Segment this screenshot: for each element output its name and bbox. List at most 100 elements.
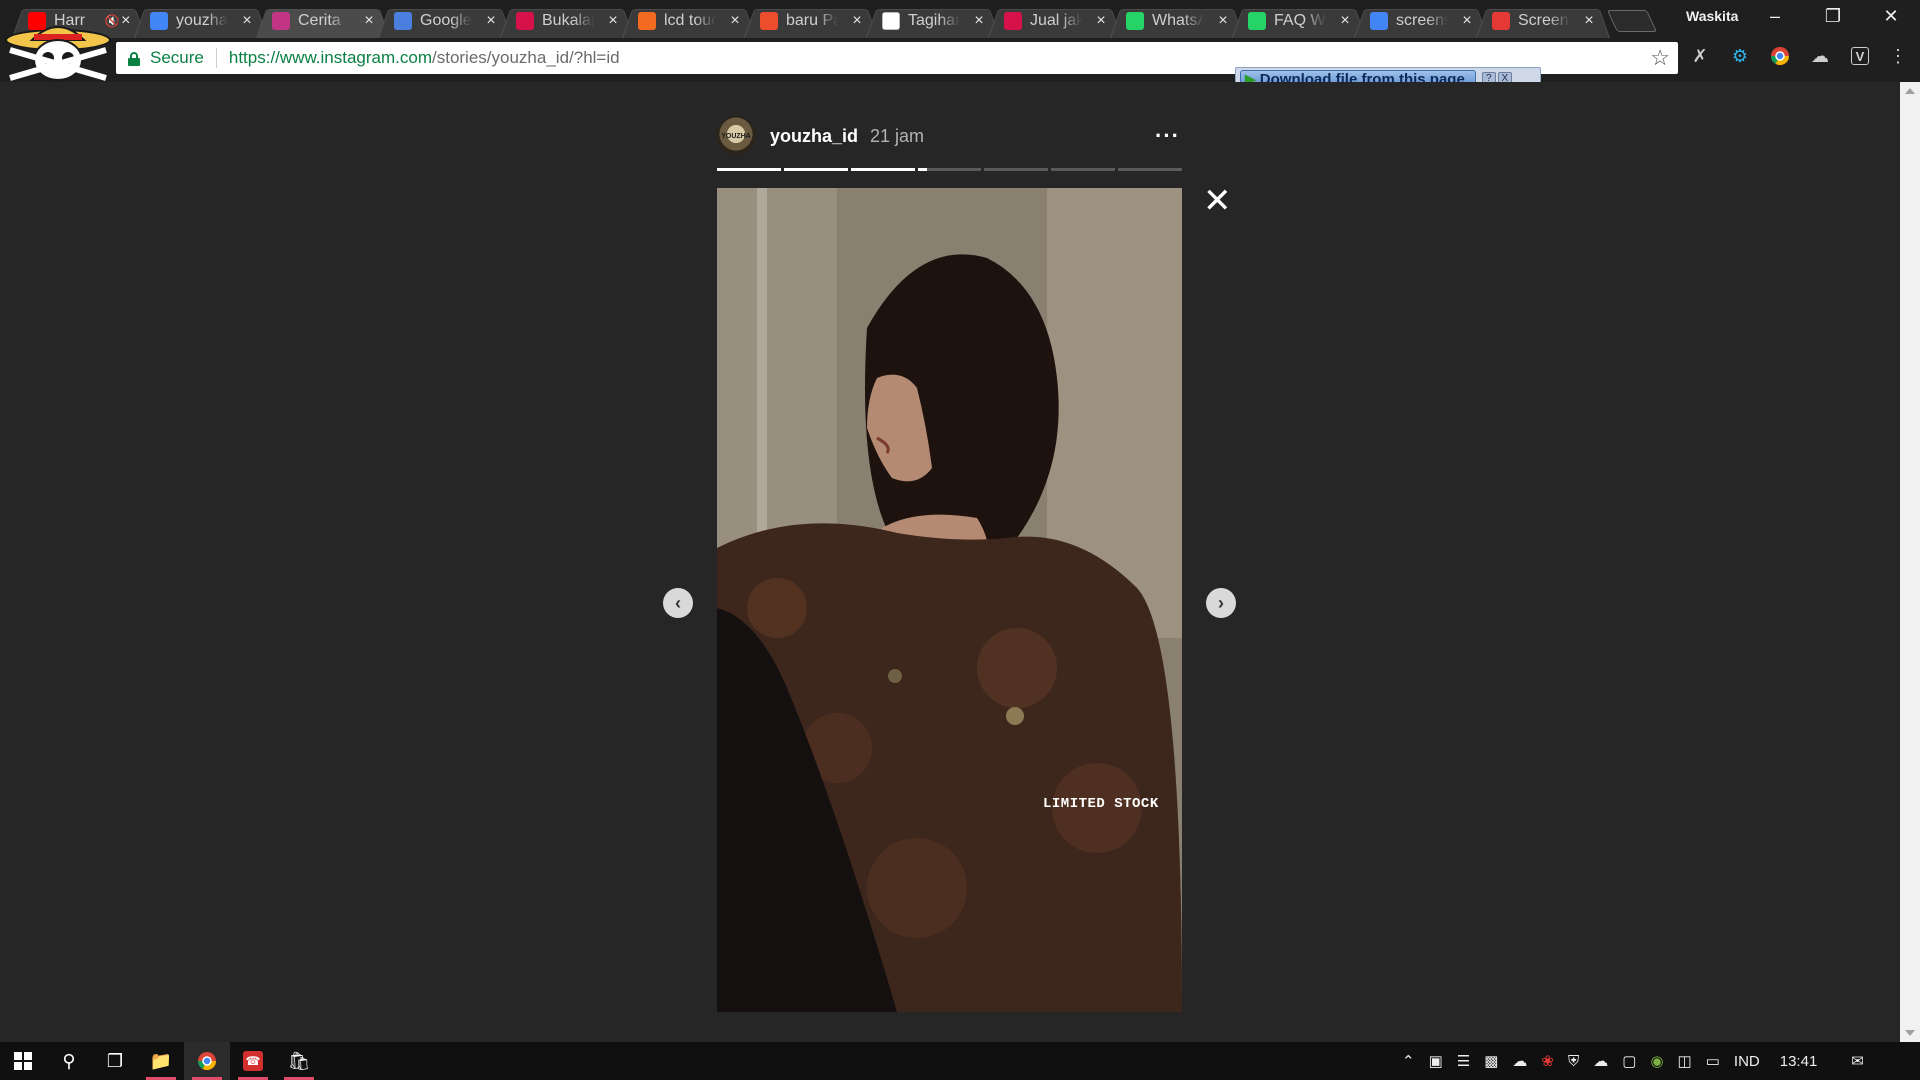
tab-close-icon[interactable]: × (1216, 12, 1230, 30)
whatsapp-taskbar-button[interactable]: ☎ (230, 1042, 276, 1080)
tab-label: youzha (176, 11, 228, 29)
chevron-right-icon: › (1218, 592, 1224, 613)
page-scrollbar[interactable] (1900, 82, 1920, 1042)
dialog-icon[interactable]: ◫ (1678, 1052, 1692, 1070)
story-progress-bar (717, 168, 1183, 171)
tab-close-icon[interactable]: × (728, 12, 742, 30)
store-bag-icon: 🛍 (287, 1050, 311, 1071)
defender-shield-icon[interactable]: ⛨ (1568, 1053, 1579, 1070)
browser-tab[interactable]: Bukalap × (506, 3, 628, 38)
more-options-icon[interactable]: ··· (1155, 123, 1180, 149)
tab-label: Tagihan (908, 11, 960, 29)
extension-v-icon[interactable]: V (1848, 44, 1872, 68)
wifi-icon[interactable]: ☰ (1457, 1052, 1470, 1070)
tab-label: Google (420, 11, 472, 29)
google-icon (1370, 11, 1388, 30)
screen: Harr🔇×youzha×Cerita×Google×Bukalap×lcd t… (0, 0, 1920, 1080)
avatar[interactable]: YOUZHA (716, 116, 756, 156)
browser-tab[interactable]: Cerita × (262, 3, 384, 38)
browser-tab[interactable]: Jual jak × (994, 3, 1116, 38)
tab-close-icon[interactable]: × (119, 12, 132, 30)
whatsapp-icon (1248, 11, 1266, 30)
lock-icon (128, 51, 140, 66)
chrome-taskbar-button[interactable] (184, 1042, 230, 1080)
extension-x-icon[interactable]: ✗ (1688, 44, 1712, 68)
story-progress-segment (1118, 168, 1183, 171)
restore-button[interactable]: ❐ (1810, 0, 1856, 32)
app-tray-icon[interactable]: ❀ (1541, 1052, 1554, 1070)
notification-icon[interactable]: ✉ (1851, 1052, 1864, 1070)
browser-tab[interactable]: WhatsA × (1116, 3, 1238, 38)
tab-close-icon[interactable]: × (362, 12, 376, 30)
secure-label: Secure (150, 48, 204, 67)
window-close-button[interactable]: ✕ (1868, 0, 1914, 32)
address-separator (215, 48, 217, 68)
story-progress-segment (717, 168, 781, 171)
meeting-icon[interactable]: ▣ (1429, 1052, 1443, 1070)
tab-label: Harr (54, 11, 86, 29)
tab-close-icon[interactable]: × (484, 12, 498, 30)
onedrive-cloud-icon[interactable]: ☁ (1512, 1052, 1527, 1070)
story-username[interactable]: youzha_id (770, 126, 858, 147)
window-icon[interactable]: ▢ (1622, 1052, 1636, 1070)
tab-close-icon[interactable]: × (1094, 12, 1108, 30)
monitor-icon[interactable]: ▩ (1484, 1052, 1498, 1070)
close-story-button[interactable]: ✕ (1203, 184, 1232, 218)
tab-close-icon[interactable]: × (1338, 12, 1352, 30)
scroll-down-icon[interactable] (1905, 1030, 1915, 1036)
network-cloud-icon[interactable]: ☁ (1593, 1052, 1608, 1070)
windows-logo-icon (14, 1052, 32, 1070)
file-explorer-button[interactable]: 📁 (138, 1042, 184, 1080)
tab-close-icon[interactable]: × (850, 12, 864, 30)
browser-tab[interactable]: FAQ W × (1238, 3, 1360, 38)
browser-tab[interactable]: baru Pa × (750, 3, 872, 38)
store-taskbar-button[interactable]: 🛍 (276, 1042, 322, 1080)
story-progress-fill (783, 168, 848, 171)
tab-close-icon[interactable]: × (606, 12, 620, 30)
gmail-icon (882, 11, 900, 30)
scroll-up-icon[interactable] (1905, 88, 1915, 94)
tab-close-icon[interactable]: × (1460, 12, 1474, 30)
google-translate-icon (394, 11, 412, 30)
search-button[interactable]: ⚲ (46, 1042, 92, 1080)
story-progress-fill (917, 168, 928, 171)
tab-close-icon[interactable]: × (240, 12, 254, 30)
browser-titlebar: Harr🔇×youzha×Cerita×Google×Bukalap×lcd t… (0, 0, 1920, 38)
tab-label: FAQ W (1274, 11, 1326, 29)
battery-icon[interactable]: ▭ (1706, 1052, 1720, 1070)
previous-story-button[interactable]: ‹ (663, 588, 693, 618)
chevron-up-icon[interactable]: ⌃ (1402, 1052, 1415, 1070)
extension-gear-icon[interactable]: ⚙ (1728, 44, 1752, 68)
colorful-app-icon[interactable]: ◉ (1650, 1052, 1663, 1070)
next-story-button[interactable]: › (1206, 588, 1236, 618)
minimize-button[interactable]: – (1752, 0, 1798, 32)
tab-close-icon[interactable]: × (1582, 12, 1596, 30)
browser-tab[interactable]: Screen × (1482, 3, 1604, 38)
task-view-button[interactable]: ❐ (92, 1042, 138, 1080)
browser-tab[interactable]: lcd touc × (628, 3, 750, 38)
speaker-muted-icon[interactable]: 🔇 (105, 14, 120, 28)
language-indicator[interactable]: IND (1734, 1053, 1760, 1070)
tab-label: lcd touc (664, 11, 716, 29)
story-progress-segment (850, 168, 915, 171)
browser-tab[interactable]: Tagihan × (872, 3, 994, 38)
browser-tab[interactable]: youzha × (140, 3, 262, 38)
browser-tab[interactable]: Google × (384, 3, 506, 38)
story-header: YOUZHA youzha_id 21 jam ··· (716, 116, 1182, 156)
task-view-icon: ❐ (106, 1050, 124, 1071)
profile-name[interactable]: Waskita (1686, 8, 1738, 24)
story-photo[interactable]: LIMITED STOCK (717, 188, 1182, 1012)
shop-icon (638, 11, 656, 30)
browser-menu-icon[interactable]: ⋮ (1886, 44, 1910, 68)
extension-chrome-icon[interactable] (1768, 44, 1792, 68)
browser-tab[interactable]: screens × (1360, 3, 1482, 38)
clock[interactable]: 13:41 (1780, 1053, 1818, 1070)
tab-close-icon[interactable]: × (972, 12, 986, 30)
extension-cloud-icon[interactable]: ☁ (1808, 44, 1832, 68)
system-tray: ⌃ ▣ ☰ ▩ ☁ ❀ ⛨ ☁ ▢ ◉ ◫ ▭ IND 13:41 ✉ (1402, 1042, 1864, 1080)
story-progress-segment (917, 168, 982, 171)
bookmark-star-icon[interactable]: ☆ (1650, 45, 1670, 71)
google-icon (150, 11, 168, 30)
new-tab-button[interactable] (1606, 10, 1658, 32)
start-button[interactable] (0, 1042, 46, 1080)
